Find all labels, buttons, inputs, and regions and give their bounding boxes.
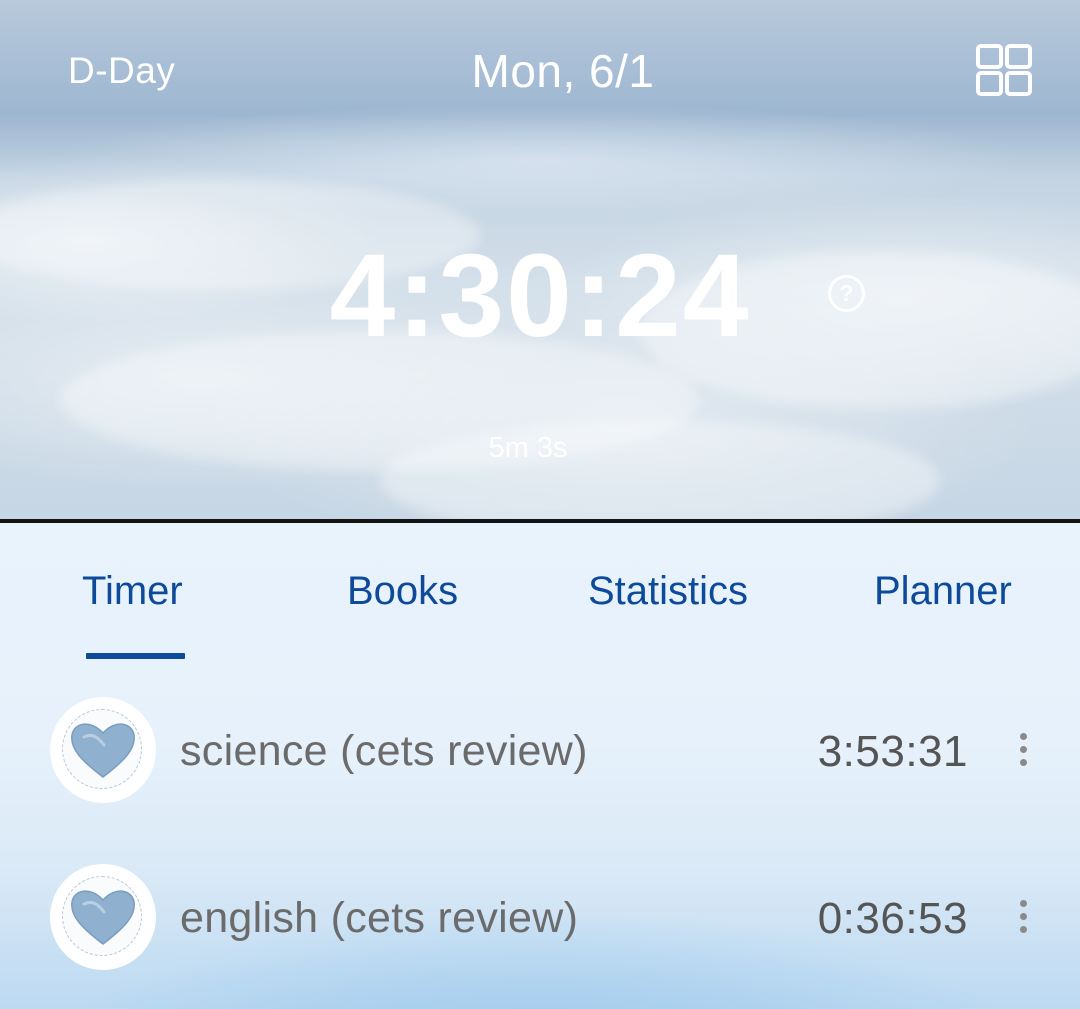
active-tab-indicator	[86, 653, 185, 659]
more-vertical-icon[interactable]	[1012, 898, 1034, 938]
current-date: Mon, 6/1	[471, 45, 655, 97]
heart-icon[interactable]	[50, 864, 156, 970]
subject-time: 3:53:31	[817, 727, 968, 776]
subject-name: english (cets review)	[180, 894, 579, 942]
content-panel: Timer Books Statistics Planner science (…	[0, 523, 1080, 1009]
subject-row[interactable]: english (cets review) 0:36:53	[0, 864, 1080, 974]
total-study-time: 4:30:24	[329, 230, 751, 362]
tab-bar: Timer Books Statistics Planner	[0, 569, 1080, 659]
subject-time: 0:36:53	[817, 894, 968, 943]
session-time: 5m 3s	[488, 432, 568, 464]
hero-background: D-Day Mon, 6/1 4:30:24 ? 5m 3s	[0, 0, 1080, 519]
tab-timer[interactable]: Timer	[82, 569, 183, 614]
subject-row[interactable]: science (cets review) 3:53:31	[0, 697, 1080, 807]
tab-books[interactable]: Books	[347, 569, 458, 614]
subject-name: science (cets review)	[180, 727, 588, 775]
more-vertical-icon[interactable]	[1012, 731, 1034, 771]
grid-menu-icon[interactable]	[976, 44, 1032, 98]
heart-icon[interactable]	[50, 697, 156, 803]
tab-planner[interactable]: Planner	[874, 569, 1012, 614]
tab-statistics[interactable]: Statistics	[588, 569, 748, 614]
question-circle-icon[interactable]: ?	[828, 275, 865, 312]
